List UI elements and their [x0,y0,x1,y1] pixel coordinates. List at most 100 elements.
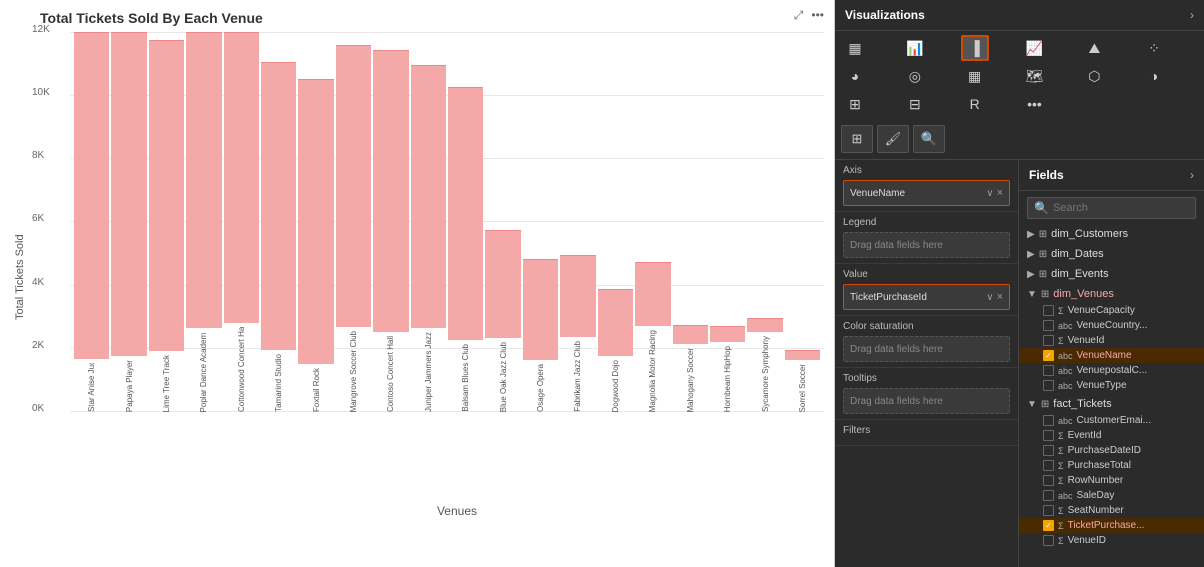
search-input[interactable] [1053,202,1189,214]
bar [336,45,371,327]
value-field-box[interactable]: TicketPurchaseId ∨ × [843,284,1010,310]
bar-item[interactable]: Balsam Blues Club [448,32,483,412]
field-item[interactable]: abc CustomerEmai... [1019,413,1204,428]
field-item[interactable]: Σ SeatNumber [1019,503,1204,518]
field-item[interactable]: abc VenueCountry... [1019,318,1204,333]
vis-custom[interactable]: R [961,91,989,117]
field-group-header[interactable]: ▶ ⊞ dim_Customers [1019,225,1204,243]
field-item[interactable]: abc SaleDay [1019,488,1204,503]
viz-config: Axis VenueName ∨ × Legend Drag data fiel… [835,160,1019,567]
axis-remove[interactable]: × [997,187,1003,199]
vis-tools: ⊞ 🖌 🔍 [835,121,1204,160]
axis-field-box[interactable]: VenueName ∨ × [843,180,1010,206]
vis-line-chart[interactable]: 📈 [1020,35,1048,61]
field-type-icon: abc [1058,351,1073,361]
bar-item[interactable]: Tamarind Studio [261,32,296,412]
field-item[interactable]: abc VenueType [1019,378,1204,393]
bar-label: Sycamore Symphony [761,336,770,412]
vis-bar-chart[interactable]: 📊 [901,35,929,61]
field-group-header[interactable]: ▼ ⊞ fact_Tickets [1019,395,1204,413]
vis-expand-btn[interactable]: › [1190,8,1194,22]
vis-gauge[interactable]: ◑ [1140,63,1168,89]
field-type-icon: abc [1058,491,1073,501]
search-box[interactable]: 🔍 [1027,197,1196,219]
bar-label: Balsam Blues Club [461,344,470,412]
vis-map[interactable]: 🗺 [1020,63,1048,89]
vis-treemap[interactable]: ▦ [961,63,989,89]
vis-matrix[interactable]: ⊟ [901,91,929,117]
bar [186,32,221,328]
field-type-icon: Σ [1058,536,1064,546]
tooltips-drag: Drag data fields here [843,388,1010,414]
expand-icon[interactable]: ⤢ [792,6,806,25]
field-name: SaleDay [1077,490,1115,501]
fields-list: ▶ ⊞ dim_Customers ▶ ⊞ dim_Dates ▶ ⊞ dim_… [1019,225,1204,548]
vis-panel-title: Visualizations [845,8,925,22]
vis-fields-tool[interactable]: ⊞ [841,125,873,153]
bar-item[interactable]: Foxtail Rock [298,32,333,412]
bar-item[interactable]: Juniper Jammers Jazz [411,32,446,412]
vis-more[interactable]: ••• [1020,91,1048,117]
bar-item[interactable]: Poplar Dance Academy [186,32,221,412]
bar-item[interactable]: Magnolia Motor Racing [635,32,670,412]
more-icon[interactable]: ••• [809,6,826,25]
bar-item[interactable]: Dogwood Dojo [598,32,633,412]
vis-pie[interactable]: ◕ [841,63,869,89]
bar-item[interactable]: Sycamore Symphony [747,32,782,412]
bar [373,50,408,332]
field-item[interactable]: ✓ abc VenueName [1019,348,1204,363]
vis-analytics-tool[interactable]: 🔍 [913,125,945,153]
value-remove[interactable]: × [997,291,1003,303]
value-field-actions: ∨ × [986,291,1003,303]
field-item[interactable]: Σ VenueId [1019,333,1204,348]
field-type-icon: abc [1058,381,1073,391]
bar-item[interactable]: Sorrel Soccer [785,32,820,412]
bar-item[interactable]: Osage Opera [523,32,558,412]
field-name: EventId [1068,430,1102,441]
bar-item[interactable]: Blue Oak Jazz Club [485,32,520,412]
bar-item[interactable]: Fabrikam Jazz Club [560,32,595,412]
vis-area-chart[interactable]: ⛰ [1080,35,1108,61]
field-item[interactable]: abc VenuepostalC... [1019,363,1204,378]
field-group-header[interactable]: ▶ ⊞ dim_Events [1019,265,1204,283]
field-name: RowNumber [1068,475,1124,486]
field-checkbox [1043,335,1054,346]
field-group: ▶ ⊞ dim_Events [1019,265,1204,283]
bar-item[interactable]: Hornbeam HipHop [710,32,745,412]
field-group-name: dim_Customers [1051,228,1128,240]
field-item[interactable]: Σ RowNumber [1019,473,1204,488]
bar-item[interactable]: Cottonwood Concert Hall [224,32,259,412]
bar [747,318,782,332]
value-chevron[interactable]: ∨ [986,292,993,303]
bar-item[interactable]: Papaya Players [111,32,146,412]
vis-donut[interactable]: ◎ [901,63,929,89]
bar-item[interactable]: Mangrove Soccer Club [336,32,371,412]
field-checkbox [1043,415,1054,426]
vis-scatter[interactable]: ⁘ [1140,35,1168,61]
field-item[interactable]: Σ VenueCapacity [1019,303,1204,318]
bar-item[interactable]: Lime Tree Track [149,32,184,412]
field-item[interactable]: Σ PurchaseDateID [1019,443,1204,458]
field-group-header[interactable]: ▼ ⊞ dim_Venues [1019,285,1204,303]
bar [111,32,146,356]
field-checkbox [1043,475,1054,486]
bar-label: Blue Oak Jazz Club [499,342,508,412]
bottom-panels: Axis VenueName ∨ × Legend Drag data fiel… [835,160,1204,567]
vis-table[interactable]: ⊞ [841,91,869,117]
field-group-header[interactable]: ▶ ⊞ dim_Dates [1019,245,1204,263]
axis-chevron[interactable]: ∨ [986,188,993,199]
vis-stacked-bar[interactable]: ▦ [841,35,869,61]
field-item[interactable]: Σ PurchaseTotal [1019,458,1204,473]
legend-drag-placeholder: Drag data fields here [843,232,1010,258]
bar [710,326,745,342]
bar-item[interactable]: Contoso Concert Hall [373,32,408,412]
vis-format-tool[interactable]: 🖌 [877,125,909,153]
bar-item[interactable]: Mahogany Soccer [673,32,708,412]
field-item[interactable]: Σ VenueID [1019,533,1204,548]
field-item[interactable]: Σ EventId [1019,428,1204,443]
field-item[interactable]: ✓ Σ TicketPurchase... [1019,518,1204,533]
vis-clustered-bar[interactable]: ▐ [961,35,989,61]
bar-item[interactable]: Star Anise Judo [74,32,109,412]
fields-expand-btn[interactable]: › [1190,168,1194,182]
vis-funnel[interactable]: ⬡ [1080,63,1108,89]
